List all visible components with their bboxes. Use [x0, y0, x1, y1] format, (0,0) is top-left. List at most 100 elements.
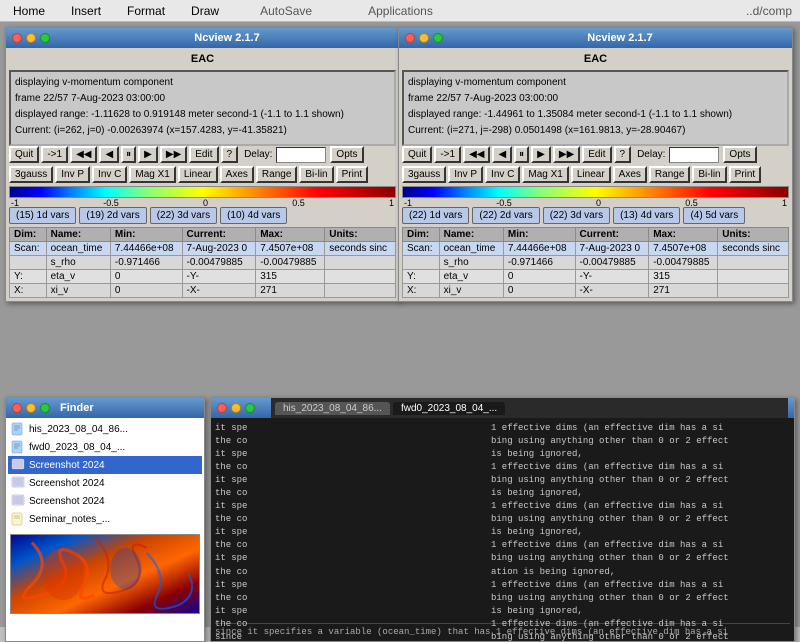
range-btn-left[interactable]: Range: [256, 166, 297, 183]
gauss-btn-right[interactable]: 3gauss: [402, 166, 446, 183]
prev-frame-btn-right[interactable]: ◀◀: [463, 146, 490, 163]
menu-draw[interactable]: Draw: [186, 2, 224, 20]
quit-btn-right[interactable]: Quit: [402, 146, 432, 163]
file-name-screenshot1: Screenshot 2024: [29, 460, 105, 471]
mag-btn-left[interactable]: Mag X1: [129, 166, 175, 183]
invc-btn-right[interactable]: Inv C: [485, 166, 520, 183]
window-controls-right[interactable]: [405, 33, 443, 43]
file-item-screenshot2[interactable]: Screenshot 2024: [8, 474, 202, 492]
vars-1d-right[interactable]: (22) 1d vars: [402, 207, 469, 224]
dim-etav-dim-right: Y:: [403, 270, 440, 284]
terminal-tab-fwd[interactable]: fwd0_2023_08_04_...: [393, 402, 505, 415]
controls-row1-right: Quit ->1 ◀◀ ◀ ⏸ ▶ ▶▶ Edit ? Delay: Opts: [402, 146, 789, 163]
maximize-button-left[interactable]: [40, 33, 50, 43]
file-name-screenshot2: Screenshot 2024: [29, 478, 105, 489]
dim-srho-dim-right: [403, 256, 440, 270]
vars-2d-right[interactable]: (22) 2d vars: [472, 207, 539, 224]
file-browser-controls[interactable]: [12, 403, 50, 413]
gauss-btn-left[interactable]: 3gauss: [9, 166, 53, 183]
minimize-terminal[interactable]: [231, 403, 241, 413]
close-file-browser[interactable]: [12, 403, 22, 413]
term-line-r7: bing using anything other than 0 or 2 ef…: [491, 513, 790, 526]
term-line-l1: the co: [215, 435, 487, 448]
bilin-btn-right[interactable]: Bi-lin: [692, 166, 726, 183]
delay-slider-left[interactable]: [276, 147, 326, 163]
prev-frame-btn-left[interactable]: ◀◀: [70, 146, 97, 163]
colorbar-label-2-right: 0: [596, 198, 601, 208]
arrow-right-btn-right[interactable]: ->1: [434, 146, 461, 163]
term-line-l3: the co: [215, 461, 487, 474]
dim-etav-dim-left: Y:: [10, 270, 47, 284]
axes-btn-left[interactable]: Axes: [220, 166, 254, 183]
ncview-left-content: EAC displaying v-momentum component fram…: [6, 48, 399, 301]
dim-srho-name-right: s_rho: [439, 256, 503, 270]
edit-btn-left[interactable]: Edit: [189, 146, 218, 163]
close-button-right[interactable]: [405, 33, 415, 43]
vars-4d-right[interactable]: (13) 4d vars: [613, 207, 680, 224]
close-button-left[interactable]: [12, 33, 22, 43]
window-controls-left[interactable]: [12, 33, 50, 43]
term-line-l8: it spe: [215, 526, 487, 539]
file-browser-window: Finder his_2023_08_04_86... fwd0_2023_08…: [5, 397, 205, 642]
quit-btn-left[interactable]: Quit: [9, 146, 39, 163]
close-terminal[interactable]: [217, 403, 227, 413]
menu-format[interactable]: Format: [122, 2, 170, 20]
invp-btn-left[interactable]: Inv P: [55, 166, 90, 183]
term-line-l4: it spe: [215, 474, 487, 487]
minimize-button-left[interactable]: [26, 33, 36, 43]
file-item-his[interactable]: his_2023_08_04_86...: [8, 420, 202, 438]
axes-btn-right[interactable]: Axes: [613, 166, 647, 183]
prev-btn-right[interactable]: ◀: [492, 146, 512, 163]
ncview-window-right: Ncview 2.1.7 EAC displaying v-momentum c…: [398, 27, 793, 302]
invc-btn-left[interactable]: Inv C: [92, 166, 127, 183]
file-item-screenshot1[interactable]: Screenshot 2024: [8, 456, 202, 474]
terminal-tab-his[interactable]: his_2023_08_04_86...: [275, 402, 390, 415]
minimize-file-browser[interactable]: [26, 403, 36, 413]
edit-btn-right[interactable]: Edit: [582, 146, 611, 163]
colorbar-label-4-right: 1: [782, 198, 787, 208]
range-btn-right[interactable]: Range: [649, 166, 690, 183]
vars-3d-right[interactable]: (22) 3d vars: [543, 207, 610, 224]
file-item-fwd[interactable]: fwd0_2023_08_04_...: [8, 438, 202, 456]
delay-slider-right[interactable]: [669, 147, 719, 163]
vars-3d-left[interactable]: (22) 3d vars: [150, 207, 217, 224]
next-frame-btn-left[interactable]: ▶▶: [160, 146, 187, 163]
vars-5d-right[interactable]: (4) 5d vars: [683, 207, 745, 224]
opts-btn-right[interactable]: Opts: [723, 146, 756, 163]
print-btn-right[interactable]: Print: [729, 166, 762, 183]
term-line-r0: 1 effective dims (an effective dim has a…: [491, 422, 790, 435]
vars-4d-left[interactable]: (10) 4d vars: [220, 207, 287, 224]
next-frame-btn-right[interactable]: ▶▶: [553, 146, 580, 163]
vars-1d-left[interactable]: (15) 1d vars: [9, 207, 76, 224]
file-item-seminar[interactable]: Seminar_notes_...: [8, 510, 202, 528]
print-btn-left[interactable]: Print: [336, 166, 369, 183]
maximize-button-right[interactable]: [433, 33, 443, 43]
menu-insert[interactable]: Insert: [66, 2, 106, 20]
dim-header-min-left: Min:: [110, 228, 182, 242]
opts-btn-left[interactable]: Opts: [330, 146, 363, 163]
next-btn-right[interactable]: ▶: [531, 146, 551, 163]
help-btn-left[interactable]: ?: [221, 146, 239, 163]
linear-btn-right[interactable]: Linear: [571, 166, 611, 183]
mag-btn-right[interactable]: Mag X1: [522, 166, 568, 183]
ncview-left-titlebar: Ncview 2.1.7: [6, 28, 399, 48]
pause-btn-right[interactable]: ⏸: [514, 146, 529, 163]
ocean-visualization-svg: [11, 535, 199, 613]
terminal-controls[interactable]: [217, 403, 255, 413]
invp-btn-right[interactable]: Inv P: [448, 166, 483, 183]
bilin-btn-left[interactable]: Bi-lin: [299, 166, 333, 183]
pause-btn-left[interactable]: ⏸: [121, 146, 136, 163]
linear-btn-left[interactable]: Linear: [178, 166, 218, 183]
minimize-button-right[interactable]: [419, 33, 429, 43]
arrow-right-btn-left[interactable]: ->1: [41, 146, 68, 163]
maximize-terminal[interactable]: [245, 403, 255, 413]
maximize-file-browser[interactable]: [40, 403, 50, 413]
term-line-r10: bing using anything other than 0 or 2 ef…: [491, 552, 790, 565]
file-item-screenshot3[interactable]: Screenshot 2024: [8, 492, 202, 510]
vars-2d-left[interactable]: (19) 2d vars: [79, 207, 146, 224]
next-btn-left[interactable]: ▶: [138, 146, 158, 163]
term-line-l14: it spe: [215, 605, 487, 618]
menu-home[interactable]: Home: [8, 2, 50, 20]
help-btn-right[interactable]: ?: [614, 146, 632, 163]
prev-btn-left[interactable]: ◀: [99, 146, 119, 163]
